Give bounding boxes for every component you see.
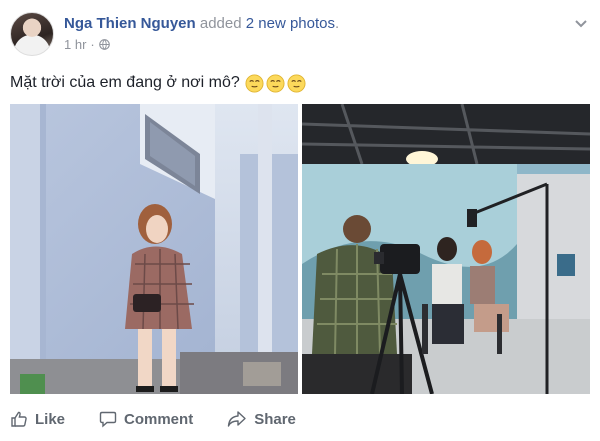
photo-street-woman[interactable]: [10, 104, 298, 394]
like-label: Like: [35, 410, 66, 428]
post-actions: Like Comment Share: [10, 404, 330, 434]
author-name[interactable]: Nga Thien Nguyen: [64, 15, 196, 32]
post-meta: 1 hr ·: [64, 37, 339, 52]
comment-button[interactable]: Comment: [99, 410, 193, 428]
smiley-face-icon: [287, 73, 306, 93]
post-text: Mặt trời của em đang ở nơi mô?: [10, 74, 240, 91]
avatar[interactable]: [10, 12, 54, 56]
share-arrow-icon: [227, 411, 246, 427]
timestamp[interactable]: 1 hr: [64, 37, 86, 52]
photo-street-woman-image: [10, 104, 298, 394]
photo-tv-studio[interactable]: [302, 104, 590, 394]
like-button[interactable]: Like: [10, 410, 65, 428]
share-button[interactable]: Share: [227, 410, 296, 428]
post-message: Mặt trời của em đang ở nơi mô?: [10, 72, 306, 94]
author-line: Nga Thien Nguyen added 2 new photos.: [64, 14, 339, 34]
globe-icon[interactable]: [98, 39, 110, 50]
share-label: Share: [254, 410, 296, 428]
new-photos-link[interactable]: 2 new photos: [246, 15, 335, 32]
thumbs-up-icon: [11, 411, 27, 427]
chevron-down-icon[interactable]: [572, 14, 590, 32]
comment-bubble-icon: [99, 411, 117, 428]
smiley-face-icon: [245, 73, 264, 93]
feed-post: Nga Thien Nguyen added 2 new photos. 1 h…: [0, 0, 600, 441]
action-suffix: .: [334, 15, 340, 32]
photo-tv-studio-image: [302, 104, 590, 394]
post-header: Nga Thien Nguyen added 2 new photos. 1 h…: [10, 12, 590, 56]
comment-label: Comment: [124, 410, 194, 428]
smiley-face-icon: [266, 73, 285, 93]
post-header-text: Nga Thien Nguyen added 2 new photos. 1 h…: [64, 14, 339, 52]
action-prefix: added: [199, 15, 242, 32]
